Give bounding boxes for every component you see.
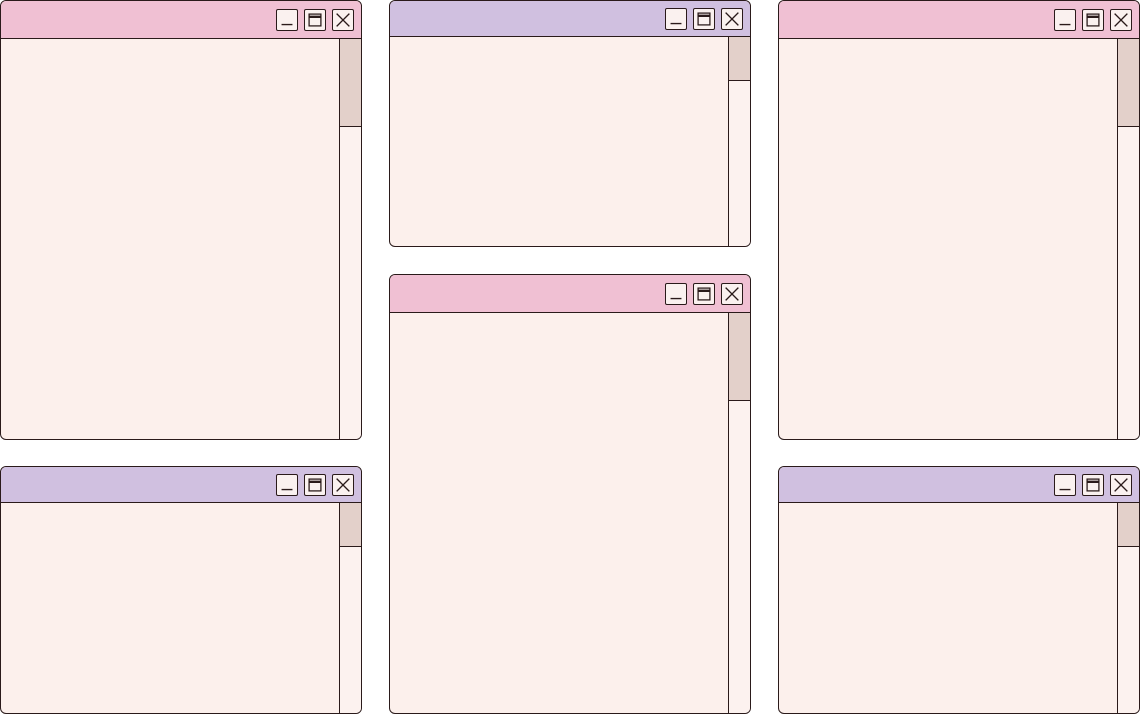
minimize-icon: [277, 475, 297, 495]
minimize-button[interactable]: [276, 473, 298, 496]
maximize-icon: [1083, 475, 1103, 495]
window-bottom-right[interactable]: [778, 466, 1140, 714]
window-top-center[interactable]: [389, 0, 751, 247]
scrollbar-thumb[interactable]: [729, 37, 750, 81]
window-titlebar[interactable]: [1, 467, 361, 503]
minimize-button[interactable]: [276, 8, 298, 31]
window-content-area: [779, 39, 1117, 439]
close-icon: [1111, 10, 1131, 30]
maximize-icon: [694, 284, 714, 304]
minimize-button[interactable]: [1054, 8, 1076, 31]
scrollbar-thumb[interactable]: [729, 313, 750, 401]
vertical-scrollbar[interactable]: [728, 313, 750, 713]
vertical-scrollbar[interactable]: [728, 37, 750, 246]
scrollbar-thumb[interactable]: [340, 39, 361, 127]
scrollbar-thumb[interactable]: [340, 503, 361, 547]
window-content-area: [779, 503, 1117, 713]
vertical-scrollbar[interactable]: [339, 39, 361, 439]
maximize-icon: [305, 10, 325, 30]
window-top-right[interactable]: [778, 0, 1140, 440]
close-icon: [722, 284, 742, 304]
desktop-canvas: [0, 0, 1141, 714]
maximize-button[interactable]: [693, 282, 715, 305]
vertical-scrollbar[interactable]: [339, 503, 361, 713]
window-controls: [276, 8, 354, 31]
maximize-icon: [305, 475, 325, 495]
scrollbar-thumb[interactable]: [1118, 39, 1139, 127]
close-button[interactable]: [1110, 8, 1132, 31]
window-controls: [276, 473, 354, 496]
window-controls: [1054, 473, 1132, 496]
window-content-area: [1, 503, 339, 713]
maximize-button[interactable]: [304, 473, 326, 496]
maximize-button[interactable]: [1082, 8, 1104, 31]
window-middle-center[interactable]: [389, 274, 751, 714]
close-button[interactable]: [721, 7, 743, 30]
minimize-icon: [1055, 10, 1075, 30]
minimize-button[interactable]: [665, 7, 687, 30]
window-content-area: [1, 39, 339, 439]
minimize-icon: [666, 9, 686, 29]
minimize-icon: [1055, 475, 1075, 495]
window-titlebar[interactable]: [390, 275, 750, 313]
vertical-scrollbar[interactable]: [1117, 39, 1139, 439]
maximize-icon: [694, 9, 714, 29]
close-icon: [1111, 475, 1131, 495]
window-titlebar[interactable]: [390, 1, 750, 37]
window-content-area: [390, 37, 728, 246]
window-controls: [1054, 8, 1132, 31]
scrollbar-thumb[interactable]: [1118, 503, 1139, 547]
window-titlebar[interactable]: [1, 1, 361, 39]
maximize-button[interactable]: [304, 8, 326, 31]
window-bottom-left[interactable]: [0, 466, 362, 714]
close-icon: [333, 475, 353, 495]
window-titlebar[interactable]: [779, 467, 1139, 503]
close-icon: [333, 10, 353, 30]
minimize-button[interactable]: [665, 282, 687, 305]
close-button[interactable]: [1110, 473, 1132, 496]
close-button[interactable]: [721, 282, 743, 305]
minimize-icon: [277, 10, 297, 30]
window-content-area: [390, 313, 728, 713]
minimize-icon: [666, 284, 686, 304]
window-controls: [665, 7, 743, 30]
window-titlebar[interactable]: [779, 1, 1139, 39]
maximize-button[interactable]: [1082, 473, 1104, 496]
close-button[interactable]: [332, 473, 354, 496]
minimize-button[interactable]: [1054, 473, 1076, 496]
vertical-scrollbar[interactable]: [1117, 503, 1139, 713]
maximize-icon: [1083, 10, 1103, 30]
close-icon: [722, 9, 742, 29]
window-controls: [665, 282, 743, 305]
window-top-left[interactable]: [0, 0, 362, 440]
close-button[interactable]: [332, 8, 354, 31]
maximize-button[interactable]: [693, 7, 715, 30]
